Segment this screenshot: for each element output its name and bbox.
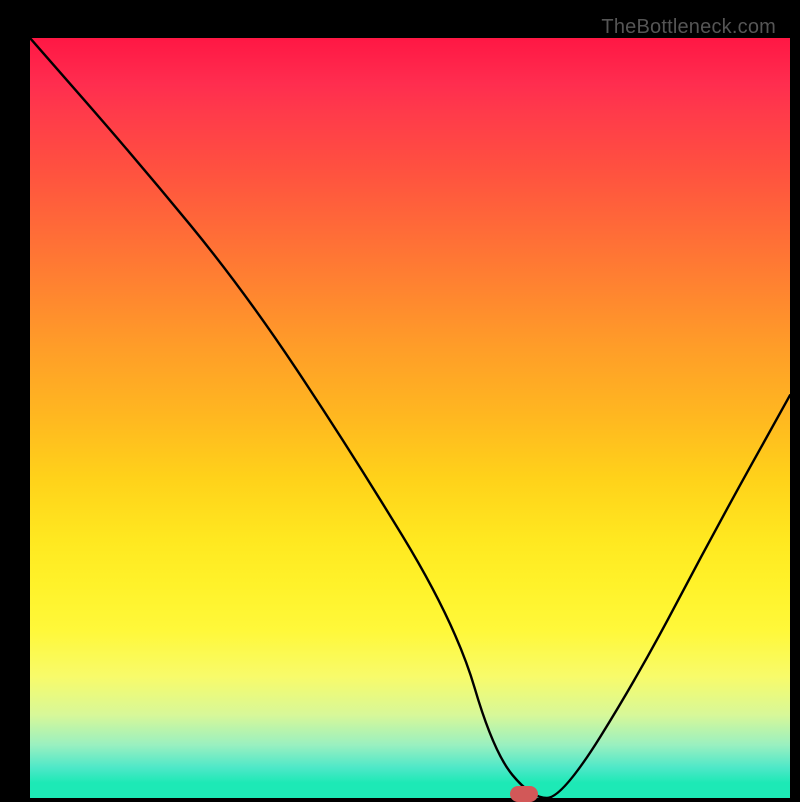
plot-area [30, 38, 790, 798]
watermark-text: TheBottleneck.com [601, 16, 776, 39]
curve-svg [30, 38, 790, 798]
chart-frame: TheBottleneck.com [10, 10, 790, 790]
bottleneck-curve-path [30, 38, 790, 798]
